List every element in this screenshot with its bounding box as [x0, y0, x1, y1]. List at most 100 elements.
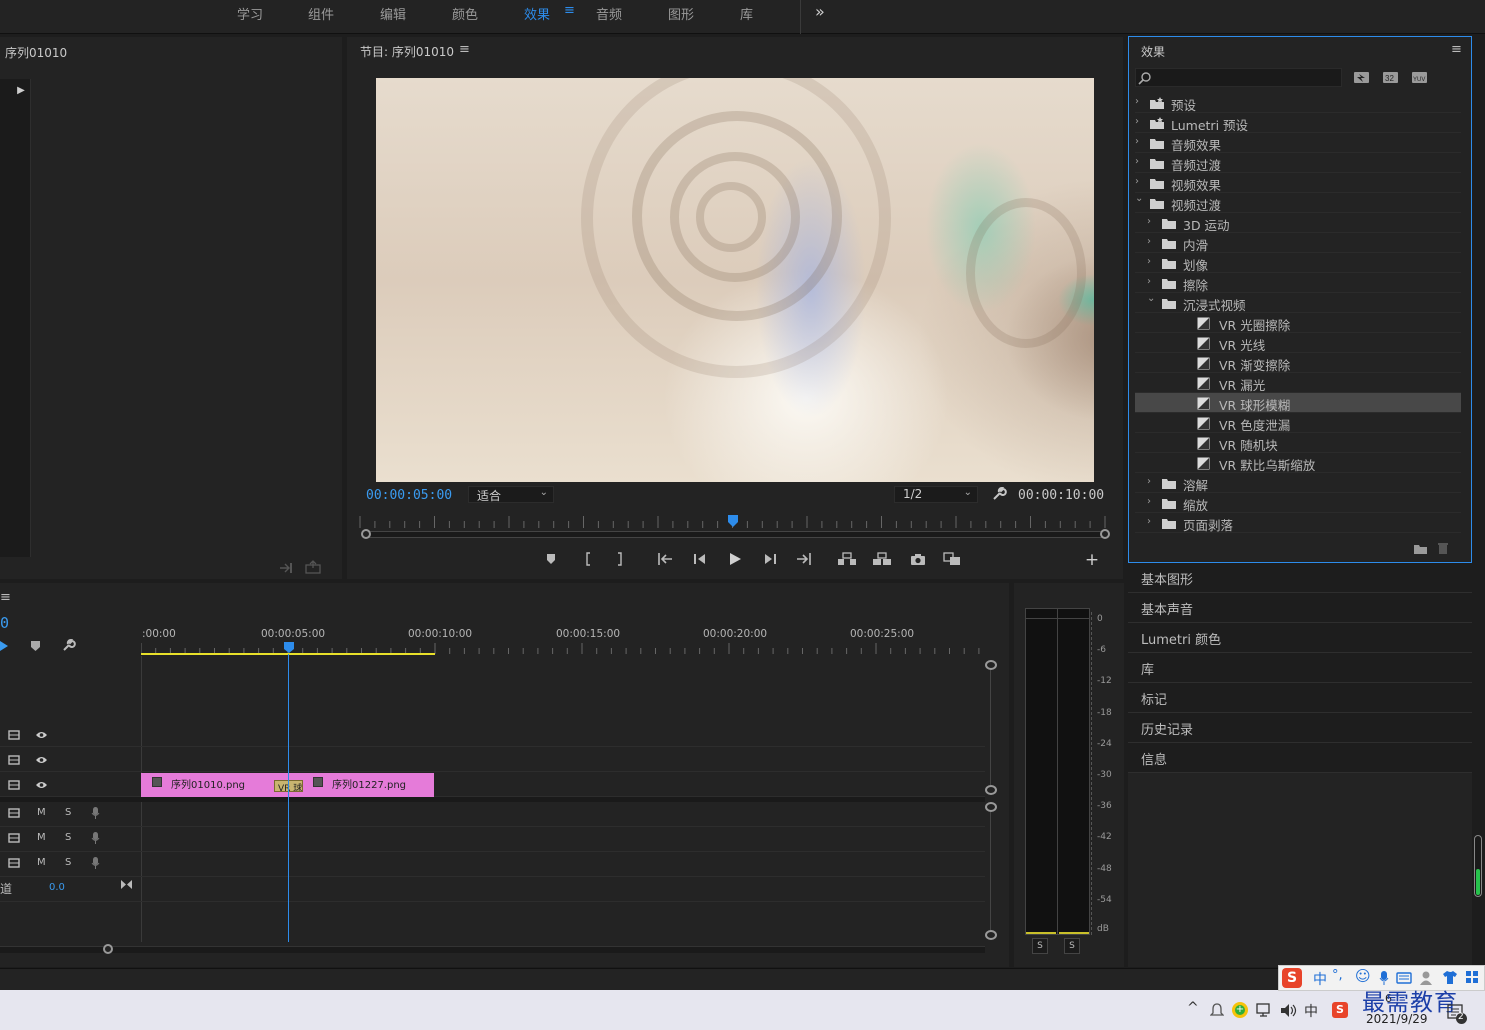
mark-in-icon[interactable]	[577, 549, 599, 569]
panel-history[interactable]: 历史记录	[1128, 713, 1472, 743]
chevron-right-icon[interactable]: ›	[1135, 96, 1139, 107]
network-icon[interactable]	[1256, 1003, 1274, 1018]
chevron-right-icon[interactable]: ›	[1135, 136, 1139, 147]
snap-icon[interactable]	[0, 639, 10, 653]
playhead-marker-icon[interactable]	[727, 514, 739, 528]
effect-item[interactable]: VR 漏光	[1135, 373, 1461, 393]
solo-button[interactable]: S	[65, 832, 71, 843]
32-bit-icon[interactable]: 32	[1382, 70, 1399, 84]
mute-button[interactable]: M	[37, 857, 46, 868]
master-volume-value[interactable]: 0.0	[49, 882, 65, 893]
scrollbar[interactable]	[1474, 835, 1482, 897]
microphone-icon[interactable]	[91, 831, 100, 844]
clip-1[interactable]: 序列01010.png	[141, 773, 288, 797]
resolution-select[interactable]: 1/2 ⌄	[894, 486, 978, 503]
panel-lumetri-color[interactable]: Lumetri 颜色	[1128, 623, 1472, 653]
zoom-handle-right[interactable]	[1100, 529, 1110, 539]
chevron-right-icon[interactable]: ›	[1147, 216, 1151, 227]
wrench-icon[interactable]	[991, 486, 1007, 502]
toggle-sync-lock-icon[interactable]	[8, 807, 21, 819]
mute-button[interactable]: M	[37, 832, 46, 843]
chevron-right-icon[interactable]: ›	[1147, 276, 1151, 287]
chevron-right-icon[interactable]: ›	[1147, 516, 1151, 527]
program-monitor-title[interactable]: 节目: 序列01010	[360, 43, 454, 60]
tab-editing[interactable]: 编辑	[380, 4, 406, 23]
security-plus-icon[interactable]: +	[1232, 1002, 1248, 1018]
effects-panel-title[interactable]: 效果	[1141, 43, 1165, 60]
yuv-icon[interactable]: YUV	[1411, 70, 1428, 84]
chevron-down-icon[interactable]: ⌄	[1135, 193, 1143, 204]
go-to-out-icon[interactable]	[793, 549, 815, 569]
tab-graphics[interactable]: 图形	[668, 4, 694, 23]
eye-icon[interactable]	[35, 780, 48, 790]
lift-icon[interactable]	[836, 549, 858, 569]
effects-folder-item[interactable]: › Lumetri 预设	[1135, 113, 1461, 133]
effects-folder-item[interactable]: ⌄ 视频过渡	[1135, 193, 1461, 213]
v-scroll-handle-bottom[interactable]	[985, 930, 997, 940]
effects-folder-item[interactable]: › 划像	[1135, 253, 1461, 273]
mark-out-icon[interactable]	[609, 549, 631, 569]
tab-assembly[interactable]: 组件	[308, 4, 334, 23]
solo-button[interactable]: S	[65, 807, 71, 818]
go-to-in-icon[interactable]	[654, 549, 676, 569]
effects-folder-item[interactable]: › 溶解	[1135, 473, 1461, 493]
effects-folder-item[interactable]: › 内滑	[1135, 233, 1461, 253]
panel-essential-sound[interactable]: 基本声音	[1128, 593, 1472, 623]
fit-select[interactable]: 适合 ⌄	[468, 486, 554, 503]
volume-icon[interactable]	[1280, 1003, 1298, 1018]
toggle-sync-lock-icon[interactable]	[8, 857, 21, 869]
toggle-sync-lock-icon[interactable]	[8, 832, 21, 844]
effect-item[interactable]: VR 球形模糊	[1135, 393, 1461, 413]
toggle-sync-lock-icon[interactable]	[8, 729, 21, 741]
effects-folder-item[interactable]: › 预设	[1135, 93, 1461, 113]
panel-essential-graphics[interactable]: 基本图形	[1128, 563, 1472, 593]
export-frame-icon[interactable]	[305, 560, 321, 574]
more-tabs-icon[interactable]: »	[815, 2, 825, 21]
eye-icon[interactable]	[35, 730, 48, 740]
zoom-scrollbar[interactable]	[362, 531, 1107, 538]
zoom-handle-left[interactable]	[361, 529, 371, 539]
effects-folder-item[interactable]: › 音频过渡	[1135, 153, 1461, 173]
chevron-down-icon[interactable]: ⌄	[1147, 293, 1155, 304]
panel-libraries[interactable]: 库	[1128, 653, 1472, 683]
chevron-right-icon[interactable]: ›	[1147, 496, 1151, 507]
tab-effects-menu-icon[interactable]: ≡	[564, 3, 575, 18]
effects-folder-item[interactable]: › 缩放	[1135, 493, 1461, 513]
chevron-right-icon[interactable]: ›	[1135, 176, 1139, 187]
step-back-icon[interactable]	[689, 549, 711, 569]
effects-search-input[interactable]	[1135, 68, 1342, 87]
meter-solo-right[interactable]: S	[1064, 938, 1080, 954]
chevron-right-icon[interactable]: ›	[1135, 156, 1139, 167]
timeline-menu-icon[interactable]: ≡	[0, 590, 11, 605]
solo-button[interactable]: S	[65, 857, 71, 868]
accelerated-effects-icon[interactable]	[1353, 70, 1370, 84]
expand-arrow-icon[interactable]: ▶	[11, 82, 31, 98]
tab-audio[interactable]: 音频	[596, 4, 622, 23]
effects-folder-item[interactable]: ⌄ 沉浸式视频	[1135, 293, 1461, 313]
chevron-right-icon[interactable]: ›	[1147, 476, 1151, 487]
effect-item[interactable]: VR 渐变擦除	[1135, 353, 1461, 373]
effects-folder-item[interactable]: › 视频效果	[1135, 173, 1461, 193]
toggle-sync-lock-icon[interactable]	[8, 779, 21, 791]
sogou-tray-icon[interactable]: S	[1332, 1002, 1348, 1018]
insert-icon[interactable]	[278, 561, 294, 575]
chevron-right-icon[interactable]: ›	[1135, 116, 1139, 127]
h-scroll-handle[interactable]	[103, 944, 113, 954]
new-bin-icon[interactable]	[1413, 543, 1428, 555]
v-scroll-handle-top[interactable]	[985, 660, 997, 670]
tray-ime-indicator[interactable]: 中	[1304, 1001, 1318, 1021]
mute-button[interactable]: M	[37, 807, 46, 818]
effect-item[interactable]: VR 随机块	[1135, 433, 1461, 453]
eye-icon[interactable]	[35, 755, 48, 765]
notification-bell-icon[interactable]	[1210, 1003, 1224, 1018]
extract-icon[interactable]	[871, 549, 893, 569]
chevron-right-icon[interactable]: ›	[1147, 236, 1151, 247]
panel-info[interactable]: 信息	[1128, 743, 1472, 773]
button-editor-plus-icon[interactable]: +	[1081, 550, 1103, 570]
panel-menu-icon[interactable]: ≡	[1451, 42, 1462, 57]
microphone-icon[interactable]	[91, 856, 100, 869]
v-scroll-handle-bottom[interactable]	[985, 785, 997, 795]
punctuation-icon[interactable]: °,	[1332, 968, 1343, 983]
sogou-logo-icon[interactable]: S	[1282, 968, 1302, 988]
v-scroll-track[interactable]	[990, 670, 991, 785]
